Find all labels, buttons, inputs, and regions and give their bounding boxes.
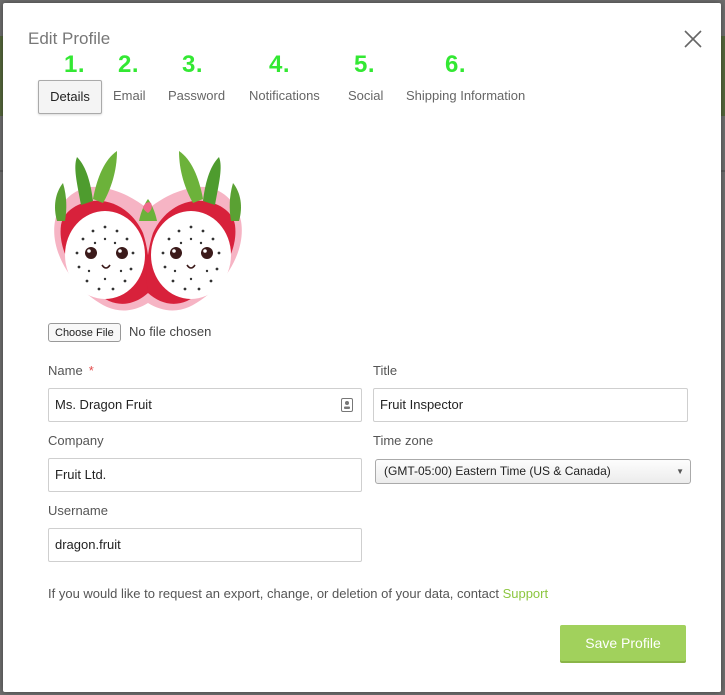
step-number-4: 4. (269, 51, 291, 78)
modal-title: Edit Profile (28, 29, 111, 48)
timezone-label: Time zone (373, 433, 434, 448)
support-link[interactable]: Support (503, 586, 549, 601)
title-input[interactable]: Fruit Inspector (373, 388, 688, 422)
dragon-fruit-avatar (54, 151, 242, 311)
save-profile-button[interactable]: Save Profile (560, 625, 686, 661)
close-icon (684, 30, 702, 48)
edit-profile-modal: Edit Profile 1. 2. 3. 4. 5. 6. Details E… (3, 3, 721, 692)
choose-file-button[interactable]: Choose File (48, 323, 121, 342)
chevron-down-icon: ▼ (676, 467, 684, 476)
file-status: No file chosen (129, 324, 212, 339)
username-input[interactable]: dragon.fruit (48, 528, 362, 562)
contact-card-icon[interactable] (341, 398, 353, 412)
data-request-notice: If you would like to request an export, … (48, 586, 548, 601)
company-label: Company (48, 433, 104, 448)
name-label-text: Name (48, 363, 83, 378)
title-label: Title (373, 363, 398, 378)
timezone-select[interactable]: (GMT-05:00) Eastern Time (US & Canada) ▼ (375, 459, 691, 484)
close-button[interactable] (681, 27, 705, 51)
timezone-value: (GMT-05:00) Eastern Time (US & Canada) (384, 464, 611, 478)
name-input[interactable]: Ms. Dragon Fruit (48, 388, 362, 422)
name-label: Name * (48, 363, 94, 378)
tab-notifications[interactable]: Notifications (249, 86, 320, 106)
step-number-6: 6. (445, 51, 467, 78)
username-label: Username (48, 503, 108, 518)
tab-details[interactable]: Details (38, 80, 102, 114)
step-number-3: 3. (182, 51, 204, 78)
tab-social[interactable]: Social (348, 86, 383, 106)
name-value: Ms. Dragon Fruit (55, 397, 152, 412)
step-number-2: 2. (118, 51, 140, 78)
notice-text: If you would like to request an export, … (48, 586, 503, 601)
tab-password[interactable]: Password (168, 86, 225, 106)
tab-shipping-information[interactable]: Shipping Information (406, 86, 525, 106)
step-number-1: 1. (64, 51, 86, 78)
company-input[interactable]: Fruit Ltd. (48, 458, 362, 492)
step-number-5: 5. (354, 51, 376, 78)
required-marker: * (88, 363, 94, 378)
tab-email[interactable]: Email (113, 86, 146, 106)
